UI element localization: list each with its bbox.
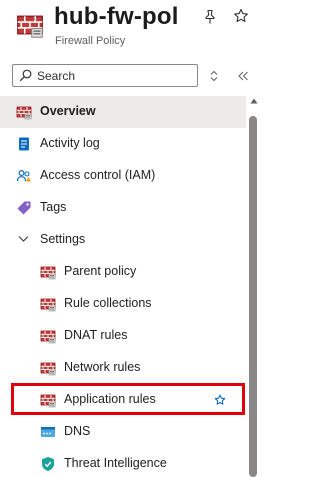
nav-label-tags: Tags [40,200,67,214]
scrollbar-thumb[interactable] [249,116,257,477]
nav-item-network-rules[interactable]: Network rules [0,352,246,384]
nav-label-network-rules: Network rules [64,360,141,374]
nav-label-dns: DNS [64,424,91,438]
nav-item-rule-collections[interactable]: Rule collections [0,288,246,320]
shield-icon [42,457,54,471]
nav-label-rule-collections: Rule collections [64,296,152,310]
nav-label-activity-log: Activity log [40,136,100,150]
nav-label-access-control: Access control (IAM) [40,168,156,182]
pin-icon[interactable] [202,9,218,25]
firewall-icon [40,296,56,312]
resource-menu: Overview Activity log Access control (IA… [0,96,246,477]
resource-header: hub-fw-pol Firewall Policy [0,0,261,56]
page-subtitle: Firewall Policy [55,35,126,47]
nav-label-dnat-rules: DNAT rules [64,328,128,342]
nav-label-overview: Overview [40,104,96,118]
nav-item-threat-intelligence[interactable]: Threat Intelligence [0,448,246,477]
nav-label-parent-policy: Parent policy [64,264,137,278]
firewall-policy-icon [16,11,44,39]
activity-log-icon [19,137,29,151]
nav-item-dns[interactable]: DNS [0,416,246,448]
search-icon [19,69,32,82]
firewall-icon [40,360,56,376]
firewall-icon [40,264,56,280]
favorite-star-icon[interactable] [214,394,226,406]
chevron-down-icon [18,236,29,242]
scroll-up-arrow-icon[interactable] [250,98,258,104]
nav-item-parent-policy[interactable]: Parent policy [0,256,246,288]
nav-group-settings[interactable]: Settings [0,224,246,256]
firewall-policy-icon [16,104,32,120]
nav-item-activity-log[interactable]: Activity log [0,128,246,160]
nav-item-access-control[interactable]: Access control (IAM) [0,160,246,192]
nav-item-overview[interactable]: Overview [0,96,246,128]
nav-item-tags[interactable]: Tags [0,192,246,224]
collapse-menu-icon[interactable] [237,70,249,82]
highlight-box [11,383,245,415]
nav-label-settings: Settings [40,232,86,246]
people-icon [16,169,31,182]
nav-label-threat-intelligence: Threat Intelligence [64,456,167,470]
firewall-icon [40,328,56,344]
search-input[interactable]: Search [12,64,198,87]
tag-icon [17,201,31,215]
sort-updown-icon[interactable] [209,70,219,82]
page-title: hub-fw-pol [54,3,179,30]
favorite-star-icon[interactable] [233,8,249,24]
nav-item-dnat-rules[interactable]: DNAT rules [0,320,246,352]
search-placeholder: Search [37,69,76,83]
dns-icon [41,427,55,437]
